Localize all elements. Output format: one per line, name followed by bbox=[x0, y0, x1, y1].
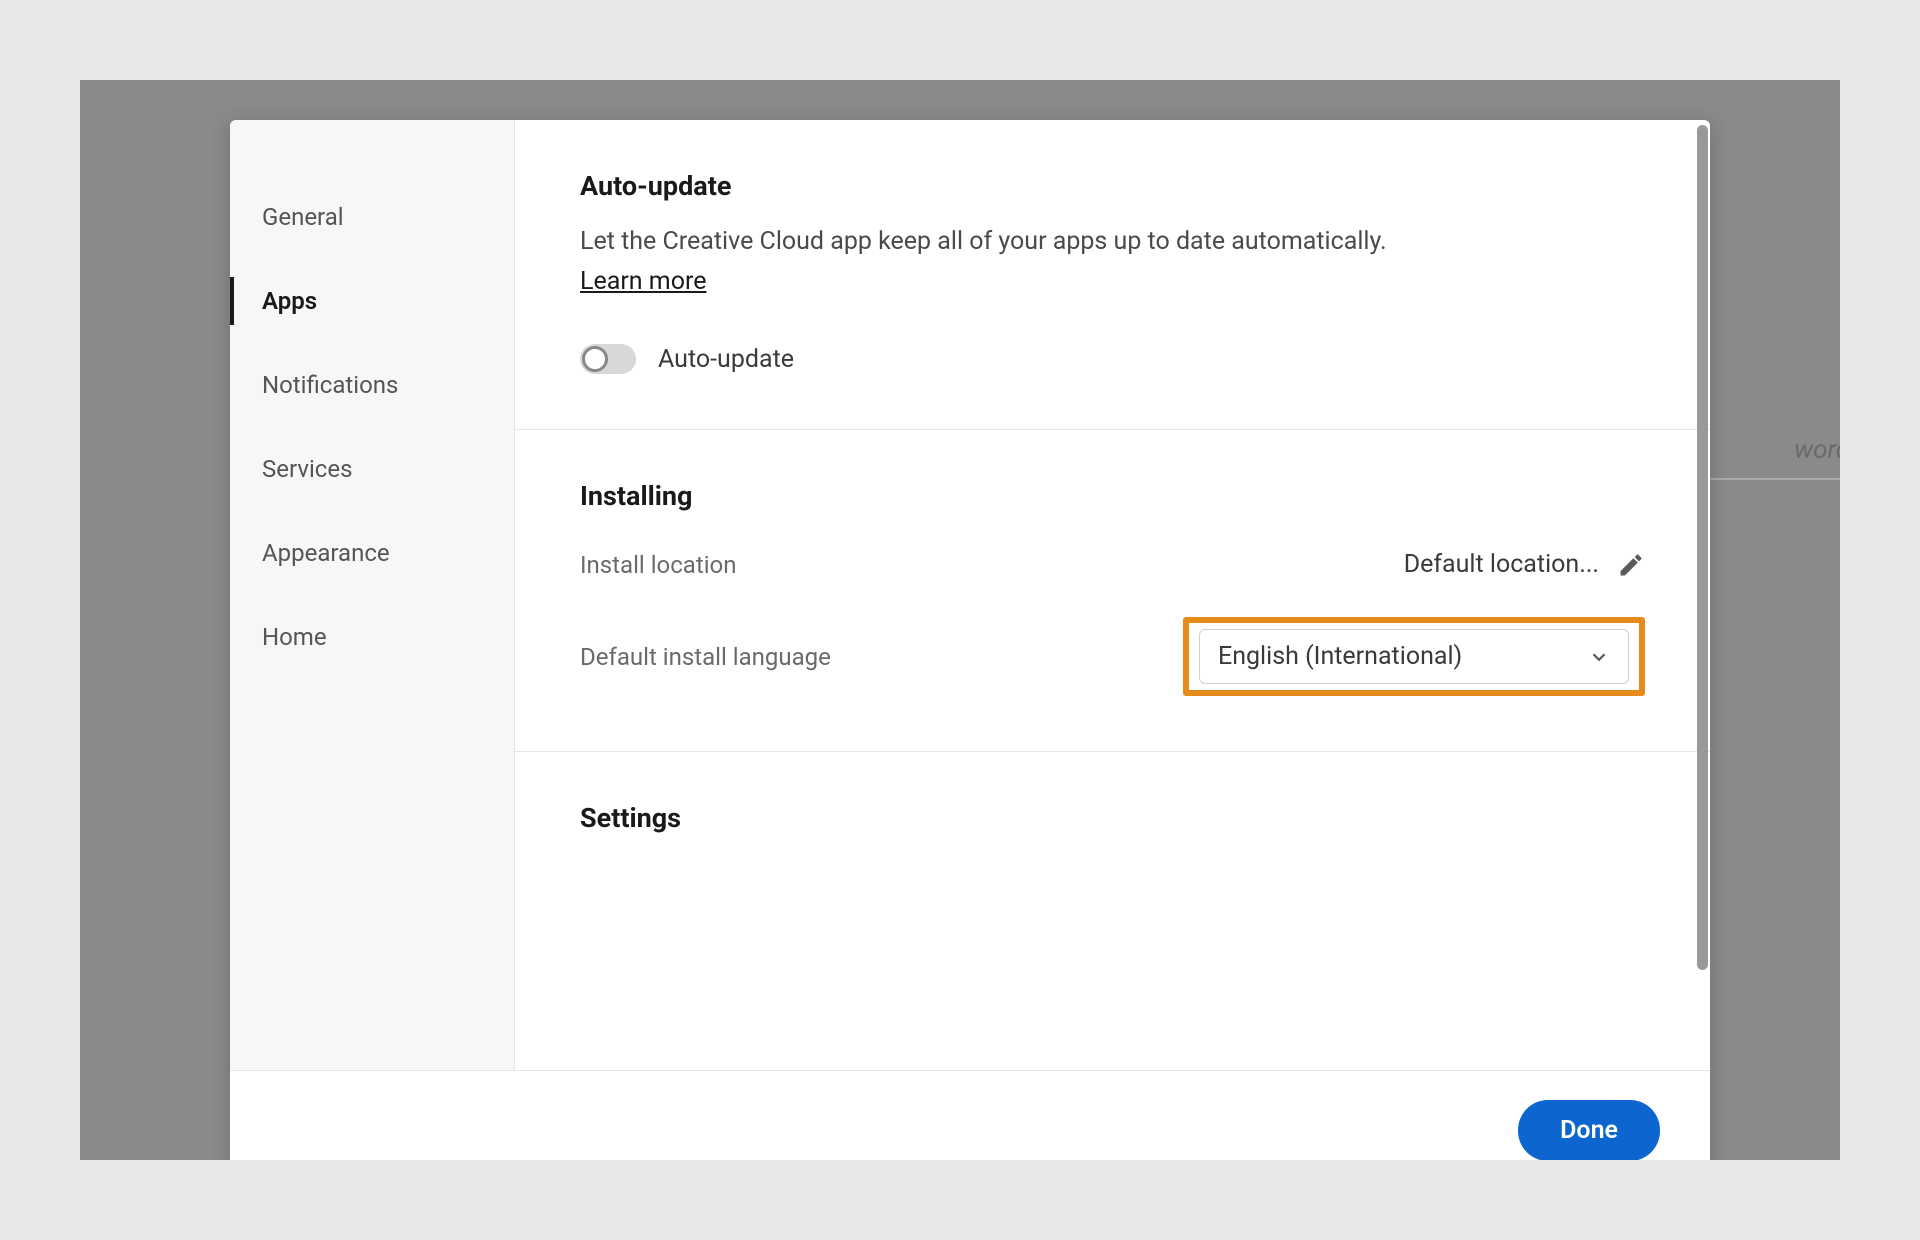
install-language-label: Default install language bbox=[580, 643, 831, 671]
settings-title: Settings bbox=[580, 802, 1645, 834]
sidebar-item-apps[interactable]: Apps bbox=[230, 259, 514, 343]
scrollbar-thumb[interactable] bbox=[1697, 125, 1708, 970]
install-language-row: Default install language English (Intern… bbox=[580, 617, 1645, 696]
auto-update-section: Auto-update Let the Creative Cloud app k… bbox=[515, 120, 1710, 430]
sidebar-item-label: Notifications bbox=[262, 371, 398, 399]
sidebar-item-label: Home bbox=[262, 623, 327, 651]
install-location-value-group: Default location... bbox=[1404, 550, 1645, 579]
content-inner: Auto-update Let the Creative Cloud app k… bbox=[515, 120, 1710, 911]
modal-backdrop: word General Apps Notifications Ser bbox=[80, 80, 1840, 1160]
auto-update-title: Auto-update bbox=[580, 170, 1645, 202]
background-partial-text: word bbox=[1794, 435, 1840, 465]
modal-footer: Done bbox=[230, 1070, 1710, 1160]
outer-frame: word General Apps Notifications Ser bbox=[45, 45, 1875, 1195]
sidebar-item-notifications[interactable]: Notifications bbox=[230, 343, 514, 427]
sidebar-item-label: Appearance bbox=[262, 539, 390, 567]
sidebar-item-label: Services bbox=[262, 455, 352, 483]
sidebar-item-label: General bbox=[262, 203, 344, 231]
install-location-label: Install location bbox=[580, 551, 736, 579]
sidebar: General Apps Notifications Services Appe… bbox=[230, 120, 515, 1070]
pencil-icon[interactable] bbox=[1617, 551, 1645, 579]
sidebar-item-home[interactable]: Home bbox=[230, 595, 514, 679]
language-dropdown-value: English (International) bbox=[1218, 642, 1462, 671]
preferences-modal: General Apps Notifications Services Appe… bbox=[230, 120, 1710, 1160]
auto-update-toggle-row: Auto-update bbox=[580, 344, 1645, 374]
done-button[interactable]: Done bbox=[1518, 1100, 1660, 1160]
settings-section: Settings bbox=[515, 752, 1710, 911]
install-location-value: Default location... bbox=[1404, 550, 1599, 579]
learn-more-link[interactable]: Learn more bbox=[580, 267, 706, 296]
sidebar-item-appearance[interactable]: Appearance bbox=[230, 511, 514, 595]
auto-update-description: Let the Creative Cloud app keep all of y… bbox=[580, 224, 1645, 259]
auto-update-toggle-label: Auto-update bbox=[658, 345, 794, 374]
installing-title: Installing bbox=[580, 480, 1645, 512]
install-location-row: Install location Default location... bbox=[580, 550, 1645, 579]
language-highlight: English (International) bbox=[1183, 617, 1645, 696]
auto-update-toggle[interactable] bbox=[580, 344, 636, 374]
installing-section: Installing Install location Default loca… bbox=[515, 430, 1710, 752]
sidebar-item-label: Apps bbox=[262, 287, 317, 315]
sidebar-item-general[interactable]: General bbox=[230, 175, 514, 259]
modal-body: General Apps Notifications Services Appe… bbox=[230, 120, 1710, 1070]
language-dropdown[interactable]: English (International) bbox=[1199, 629, 1629, 684]
chevron-down-icon bbox=[1588, 646, 1610, 668]
sidebar-item-services[interactable]: Services bbox=[230, 427, 514, 511]
content-area: Auto-update Let the Creative Cloud app k… bbox=[515, 120, 1710, 1070]
toggle-knob bbox=[582, 346, 608, 372]
